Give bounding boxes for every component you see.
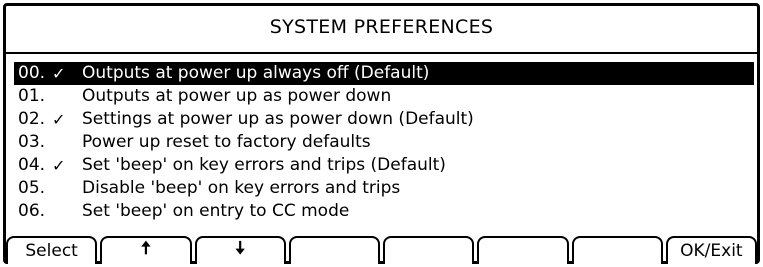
- down-button[interactable]: 🠇: [194, 236, 286, 264]
- page-title: SYSTEM PREFERENCES: [269, 16, 494, 38]
- option-05[interactable]: 05. Disable 'beep' on key errors and tri…: [14, 177, 754, 200]
- option-label: Outputs at power up always off (Default): [82, 63, 430, 83]
- option-number: 06.: [18, 201, 46, 221]
- option-number: 00.: [18, 63, 46, 83]
- option-06[interactable]: 06. Set 'beep' on entry to CC mode: [14, 200, 754, 223]
- select-button[interactable]: Select: [6, 236, 98, 264]
- option-label: Set 'beep' on entry to CC mode: [82, 201, 350, 221]
- up-button[interactable]: 🠅: [100, 236, 192, 264]
- softkey-blank-3[interactable]: [477, 236, 569, 264]
- down-arrow-icon: 🠇: [235, 238, 246, 259]
- option-number: 03.: [18, 132, 46, 152]
- option-label: Settings at power up as power down (Defa…: [82, 109, 474, 129]
- softkey-blank-2[interactable]: [383, 236, 475, 264]
- option-label: Power up reset to factory defaults: [82, 132, 371, 152]
- option-number: 04.: [18, 155, 46, 175]
- option-label: Set 'beep' on key errors and trips (Defa…: [82, 155, 446, 175]
- option-number: 05.: [18, 178, 46, 198]
- option-label: Disable 'beep' on key errors and trips: [82, 178, 401, 198]
- option-04[interactable]: 04. ✓ Set 'beep' on key errors and trips…: [14, 154, 754, 177]
- option-03[interactable]: 03. Power up reset to factory defaults: [14, 131, 754, 154]
- softkey-bar: Select 🠅 🠇 OK/Exit: [6, 236, 757, 264]
- check-icon: ✓: [52, 64, 66, 83]
- option-01[interactable]: 01. Outputs at power up as power down: [14, 85, 754, 108]
- display-screen: SYSTEM PREFERENCES 00. ✓ Outputs at powe…: [0, 0, 763, 267]
- option-number: 01.: [18, 86, 46, 106]
- option-02[interactable]: 02. ✓ Settings at power up as power down…: [14, 108, 754, 131]
- check-icon: ✓: [52, 156, 66, 175]
- ok-exit-button[interactable]: OK/Exit: [665, 236, 757, 264]
- softkey-blank-1[interactable]: [288, 236, 380, 264]
- preferences-list: 00. ✓ Outputs at power up always off (De…: [14, 62, 754, 223]
- title-divider: [6, 52, 757, 54]
- ok-exit-label: OK/Exit: [680, 241, 743, 261]
- check-icon: ✓: [52, 110, 66, 129]
- up-arrow-icon: 🠅: [140, 238, 151, 259]
- option-number: 02.: [18, 109, 46, 129]
- option-00[interactable]: 00. ✓ Outputs at power up always off (De…: [14, 62, 754, 85]
- option-label: Outputs at power up as power down: [82, 86, 392, 106]
- softkey-blank-4[interactable]: [571, 236, 663, 264]
- select-label: Select: [25, 241, 78, 261]
